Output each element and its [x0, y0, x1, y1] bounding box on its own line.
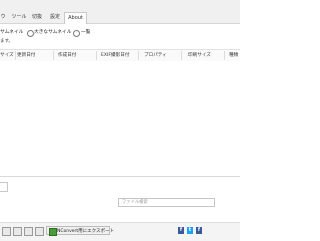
column-separator[interactable]: [53, 51, 54, 60]
toolbar-icon[interactable]: [2, 227, 11, 236]
divider: [0, 176, 240, 177]
path-input[interactable]: [0, 182, 8, 192]
option-label-list: 一覧: [81, 30, 91, 35]
description-text: ます。: [0, 39, 14, 44]
toolbar-icon[interactable]: [24, 227, 33, 236]
column-separator[interactable]: [96, 51, 97, 60]
tab-tools[interactable]: ツール: [10, 13, 28, 22]
export-nconvert-button[interactable]: NConvert用にエクスポート: [46, 226, 114, 236]
facebook-icon[interactable]: f: [196, 227, 202, 234]
tab-about[interactable]: About: [64, 12, 87, 24]
export-button-label: NConvert用にエクスポート: [57, 229, 115, 234]
column-print-size[interactable]: 印刷サイズ: [188, 52, 211, 58]
column-created[interactable]: 作成日付: [58, 52, 76, 58]
column-separator[interactable]: [138, 51, 139, 60]
column-exif-date[interactable]: EXIF撮影日付: [101, 52, 129, 58]
file-list[interactable]: [0, 61, 240, 175]
tab-strip: ウ ツール 切抜 設定 About: [0, 0, 240, 24]
radio-large-thumbnail[interactable]: [27, 30, 34, 37]
option-label-large-thumbnail: 大きなサムネイル: [34, 30, 72, 35]
option-label-thumbnail: サムネイル: [0, 30, 24, 35]
column-size[interactable]: サイズ: [0, 52, 14, 58]
tab-settings[interactable]: 設定: [48, 13, 62, 22]
export-icon: [49, 228, 57, 236]
search-input[interactable]: [118, 198, 215, 207]
toolbar-icon[interactable]: [13, 227, 22, 236]
column-separator[interactable]: [181, 51, 182, 60]
column-properties[interactable]: プロパティ: [144, 52, 167, 58]
radio-list[interactable]: [73, 30, 80, 37]
toolbar-icon[interactable]: [35, 227, 44, 236]
tab-partial[interactable]: ウ: [0, 13, 6, 22]
column-type[interactable]: 種類: [229, 52, 238, 58]
column-separator[interactable]: [15, 51, 16, 60]
tab-crop[interactable]: 切抜: [30, 13, 44, 22]
bottom-toolbar: NConvert用にエクスポート f t f: [0, 222, 240, 241]
facebook-icon[interactable]: f: [178, 227, 184, 234]
column-modified[interactable]: 更新日付: [17, 52, 35, 58]
twitter-icon[interactable]: t: [187, 227, 193, 234]
column-separator[interactable]: [224, 51, 225, 60]
